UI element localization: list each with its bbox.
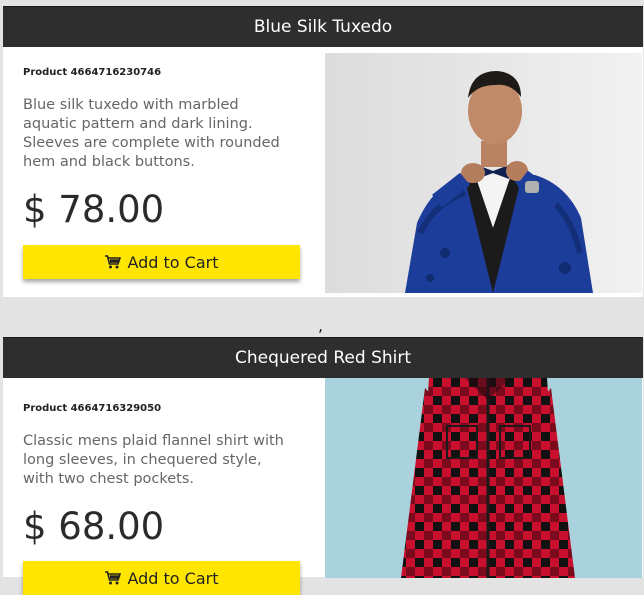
add-to-cart-label: Add to Cart — [127, 252, 219, 272]
product-image[interactable] — [325, 378, 642, 578]
product-card: Chequered Red Shirt Product 466471632905… — [3, 337, 643, 595]
product-price: $ 68.00 — [23, 505, 165, 548]
product-description: Classic mens plaid flannel shirt with lo… — [23, 433, 284, 487]
add-to-cart-button[interactable]: Add to Cart — [23, 245, 300, 279]
product-id: Product 4664716329050 — [23, 403, 162, 414]
add-to-cart-label: Add to Cart — [127, 568, 219, 588]
product-title: Blue Silk Tuxedo — [3, 6, 643, 47]
separator-text: , — [318, 316, 324, 335]
product-description: Blue silk tuxedo with marbled aquatic pa… — [23, 97, 280, 170]
product-price: $ 78.00 — [23, 188, 165, 231]
cart-icon — [105, 571, 122, 585]
cart-icon — [105, 255, 122, 269]
product-card: Blue Silk Tuxedo Product 4664716230746 B… — [3, 6, 643, 297]
man-in-blue-tuxedo-photo — [325, 53, 642, 293]
man-in-red-plaid-shirt-photo — [325, 378, 642, 578]
product-title: Chequered Red Shirt — [3, 337, 643, 378]
product-body: Product 4664716230746 Blue silk tuxedo w… — [3, 47, 643, 298]
product-body: Product 4664716329050 Classic mens plaid… — [3, 378, 643, 595]
product-id: Product 4664716230746 — [23, 67, 162, 78]
product-image[interactable] — [325, 53, 642, 293]
add-to-cart-button[interactable]: Add to Cart — [23, 561, 300, 595]
